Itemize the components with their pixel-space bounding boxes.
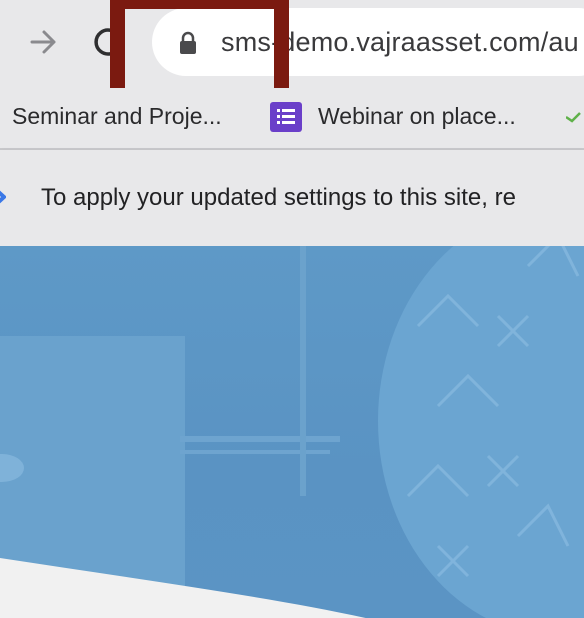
hero-window-frame	[300, 246, 386, 496]
extension-icon[interactable]	[566, 102, 584, 132]
settings-infobar: To apply your updated settings to this s…	[0, 150, 584, 247]
info-icon	[0, 190, 6, 204]
hero-bottom-wave	[0, 558, 366, 618]
bookmark-seminar[interactable]: Seminar and Proje...	[12, 98, 222, 134]
bookmark-webinar[interactable]: Webinar on place...	[318, 98, 516, 134]
forward-arrow-icon	[30, 30, 56, 54]
google-forms-icon	[270, 102, 302, 132]
infobar-message: To apply your updated settings to this s…	[41, 184, 516, 211]
forward-button[interactable]	[22, 22, 66, 62]
bookmarks-bar: Seminar and Proje... Webinar on place...	[0, 88, 584, 150]
browser-toolbar: sms-demo.vajraasset.com/au	[0, 0, 584, 111]
hero-banner-image	[0, 246, 584, 618]
